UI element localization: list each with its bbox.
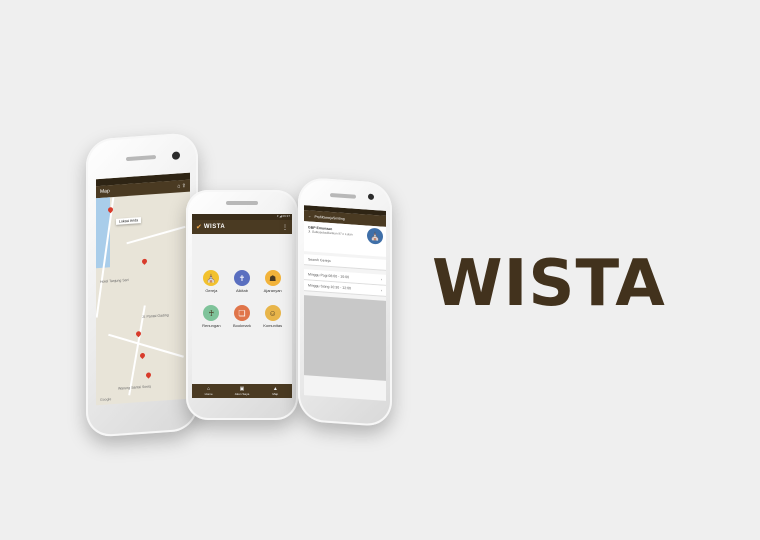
phone-map: Map ⌂ ⇪ Lokasi Anda Hotel Tanjung Sari J… (86, 132, 198, 438)
phone-camera (172, 151, 180, 160)
map-place-label: Warung Santai Sosiq (118, 384, 151, 391)
phone-menu: ▾ ◢ 09:37 ✔ WISTA ⋮ ⛪ Gereja ✝ Alkitab ☗… (186, 190, 298, 420)
bottom-nav: ⌂ Home ▣ Akun Saya ▲ Map (192, 384, 292, 398)
map-place-label: Hotel Tanjung Sari (100, 277, 129, 284)
menu-item-renungan[interactable]: ♰ Renungan (196, 305, 227, 328)
chevron-right-icon: › (380, 277, 382, 282)
map-title: Map (100, 188, 110, 195)
app-name: WISTA (203, 224, 226, 230)
share-icon[interactable]: ⇪ (182, 183, 186, 189)
menu-item-alkitab[interactable]: ✝ Alkitab (227, 270, 258, 293)
location-callout: Lokasi Anda (116, 217, 142, 225)
search-placeholder: Search Gereja (308, 257, 331, 263)
menu-label: Ajaranyan (263, 288, 282, 293)
bible-icon: ✝ (233, 270, 250, 286)
brand-wordmark: WISTA (432, 247, 666, 321)
bookmark-icon: ❏ (233, 305, 250, 321)
menu-grid: ⛪ Gereja ✝ Alkitab ☗ Ajaranyan ♰ Renunga… (192, 234, 292, 328)
content-placeholder (304, 295, 386, 381)
menu-label: Alkitab (235, 288, 248, 293)
nav-tab-home[interactable]: ⌂ Home (192, 384, 225, 398)
detail-title: ProfilGerejaSmiting (314, 214, 345, 221)
map-view[interactable]: Lokasi Anda Hotel Tanjung Sari Jl. Panta… (96, 192, 190, 406)
phone-speaker (126, 155, 156, 162)
overflow-menu-icon[interactable]: ⋮ (282, 224, 288, 231)
community-icon: ☺ (264, 305, 281, 321)
teaching-icon: ☗ (264, 270, 281, 286)
wista-logo-icon: ✔ (196, 224, 202, 231)
church-avatar-icon: ⛪ (367, 227, 383, 245)
nav-label: Home (204, 391, 213, 396)
statue-icon: ♰ (203, 305, 220, 321)
nav-tab-account[interactable]: ▣ Akun Saya (225, 384, 258, 398)
map-pin-icon[interactable] (140, 257, 149, 265)
menu-label: Renungan (202, 323, 221, 328)
detail-screen: ← ProfilGerejaSmiting GBP Emunaan Jl. Ga… (304, 205, 386, 401)
nav-label: Map (272, 391, 279, 396)
phone-speaker (330, 192, 356, 199)
chevron-right-icon: › (380, 288, 382, 293)
church-icon: ⛪ (203, 270, 220, 286)
schedule-text: Minggu Siang 10:30 - 12:00 (308, 283, 352, 291)
phone-camera (368, 193, 374, 201)
menu-label: Bookmark (232, 323, 251, 328)
promo-scene: Map ⌂ ⇪ Lokasi Anda Hotel Tanjung Sari J… (0, 0, 760, 540)
google-logo: Google (100, 397, 112, 402)
map-screen: Map ⌂ ⇪ Lokasi Anda Hotel Tanjung Sari J… (96, 172, 190, 406)
phone-detail: ← ProfilGerejaSmiting GBP Emunaan Jl. Ga… (298, 176, 392, 428)
phone-speaker (226, 201, 258, 205)
menu-app-bar: ✔ WISTA ⋮ (192, 220, 292, 234)
search-field[interactable]: Search Gereja (304, 254, 386, 271)
back-arrow-icon[interactable]: ← (308, 214, 312, 218)
menu-item-ajaranyan[interactable]: ☗ Ajaranyan (257, 270, 288, 293)
menu-item-bookmark[interactable]: ❏ Bookmark (227, 305, 258, 328)
menu-item-gereja[interactable]: ⛪ Gereja (196, 270, 227, 293)
menu-screen: ▾ ◢ 09:37 ✔ WISTA ⋮ ⛪ Gereja ✝ Alkitab ☗… (192, 214, 292, 398)
map-road (126, 225, 186, 245)
church-header: GBP Emunaan Jl. Gatkasebadilankan 97 n L… (304, 221, 386, 257)
map-pin-icon[interactable] (138, 351, 147, 360)
nav-label: Akun Saya (234, 391, 250, 396)
nav-tab-map[interactable]: ▲ Map (259, 384, 292, 398)
menu-label: Komunitas (263, 323, 283, 328)
map-pin-icon[interactable] (144, 371, 153, 379)
schedule-text: Minggu Pagi 08:00 - 10:00 (308, 272, 350, 280)
menu-label: Gereja (205, 288, 218, 293)
map-actions: ⌂ ⇪ (177, 183, 186, 190)
map-place-label: Jl. Pantai Gading (142, 313, 169, 319)
home-icon[interactable]: ⌂ (177, 183, 180, 189)
map-road (108, 333, 184, 358)
menu-item-komunitas[interactable]: ☺ Komunitas (257, 305, 288, 328)
